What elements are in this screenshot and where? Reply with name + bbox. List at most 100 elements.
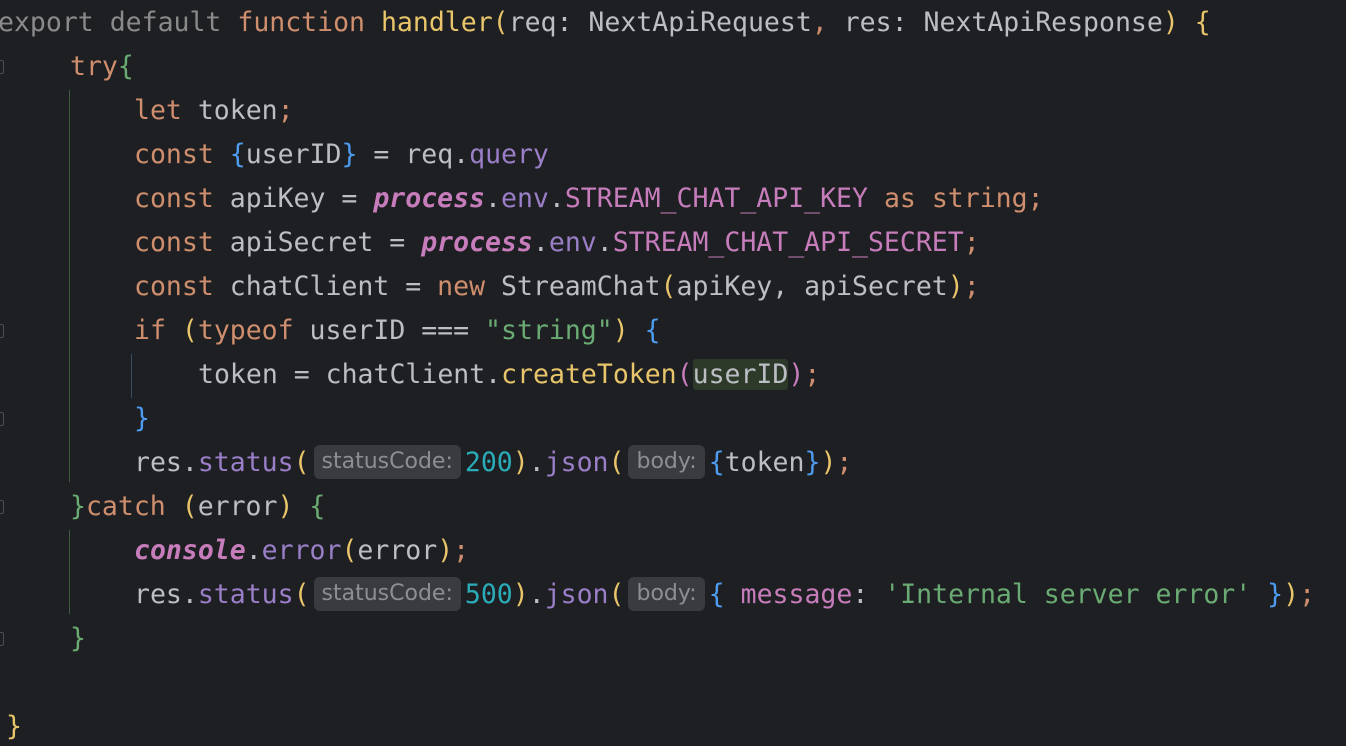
punct: ; (836, 447, 853, 478)
code-editor[interactable]: export default function handler(req: Nex… (0, 0, 1346, 746)
keyword: function (237, 7, 365, 38)
string-literal: 'Internal server error' (884, 579, 1252, 610)
punct: : (852, 579, 885, 610)
punct: ; (1299, 579, 1316, 610)
code-line-13[interactable]: console.error(error); (134, 529, 469, 573)
code-line-3[interactable]: let token; (134, 89, 294, 133)
brace: } (1267, 579, 1284, 610)
keyword: new (437, 271, 486, 302)
punct: ; (277, 95, 294, 126)
punct: . (596, 227, 613, 258)
code-line-8[interactable]: if (typeof userID === "string") { (134, 309, 661, 353)
identifier: = req. (357, 139, 470, 170)
paren: ( (181, 315, 198, 346)
brace: { (708, 447, 725, 478)
fold-marker-icon[interactable] (0, 60, 4, 74)
indent-guide (131, 354, 132, 398)
paren: ) (612, 315, 629, 346)
keyword: typeof (197, 315, 294, 346)
function-name: createToken (501, 359, 677, 390)
identifier: apiSecret = (213, 227, 422, 258)
fold-marker-icon[interactable] (0, 500, 4, 514)
param-hint: body: (628, 576, 705, 611)
brace: } (70, 491, 86, 522)
indent-guide (69, 530, 70, 614)
identifier: error (357, 535, 438, 566)
paren: ( (293, 579, 310, 610)
identifier: res. (134, 579, 198, 610)
member: status (197, 447, 294, 478)
identifier: chatClient = (213, 271, 438, 302)
brace: { (309, 491, 326, 522)
identifier: token = chatClient. (198, 359, 502, 390)
paren: ( (181, 491, 198, 522)
env-key: STREAM_CHAT_API_SECRET (612, 227, 964, 258)
function-name: handler (380, 7, 493, 38)
paren: ( (676, 359, 693, 390)
brace: { (1194, 7, 1211, 38)
code-line-5[interactable]: const apiKey = process.env.STREAM_CHAT_A… (134, 177, 1044, 221)
punct: ; (963, 227, 980, 258)
brace: { (117, 51, 134, 82)
paren: ) (788, 359, 805, 390)
code-line-1[interactable]: export default function handler(req: Nex… (0, 1, 1211, 45)
param-hint: statusCode: (313, 576, 461, 611)
paren: ( (293, 447, 310, 478)
punct: ; (453, 535, 470, 566)
code-line-17[interactable]: } (6, 705, 22, 746)
brace: } (134, 403, 150, 434)
member: error (261, 535, 342, 566)
paren: ) (820, 447, 837, 478)
member: json (544, 579, 609, 610)
brace: } (804, 447, 821, 478)
class-name: StreamChat (485, 271, 661, 302)
punct: ; (804, 359, 821, 390)
paren: ) (512, 447, 529, 478)
keyword: string (931, 183, 1028, 214)
keyword: const (134, 139, 214, 170)
brace: { (229, 139, 246, 170)
code-line-14[interactable]: res.status(statusCode: 500).json(body:{ m… (134, 573, 1315, 617)
code-line-11[interactable]: res.status(statusCode: 200).json(body: {to… (134, 441, 852, 485)
fold-marker-icon[interactable] (0, 412, 4, 426)
paren: ( (608, 447, 625, 478)
code-line-4[interactable]: const {userID} = req.query (134, 133, 549, 177)
identifier: res. (134, 447, 198, 478)
paren: ( (341, 535, 358, 566)
fold-marker-icon[interactable] (0, 324, 4, 338)
keyword: let (134, 95, 182, 126)
paren: ( (608, 579, 625, 610)
brace: { (708, 579, 725, 610)
identifier: token (181, 95, 278, 126)
member: query (469, 139, 549, 170)
indent-guide (69, 90, 70, 482)
keyword: as (883, 183, 916, 214)
env-key: STREAM_CHAT_API_KEY (564, 183, 868, 214)
brace: } (70, 623, 86, 654)
type-name: NextApiResponse (923, 7, 1163, 38)
code-line-12[interactable]: }catch (error) { (70, 485, 325, 529)
paren: ) (1283, 579, 1300, 610)
keyword: default (109, 7, 222, 38)
punct: : (891, 7, 924, 38)
fold-marker-icon[interactable] (0, 632, 4, 646)
type-name: NextApiRequest (588, 7, 812, 38)
brace: } (6, 711, 22, 742)
punct: : (556, 7, 589, 38)
code-line-9[interactable]: token = chatClient.createToken(userID); (198, 353, 820, 397)
code-line-10[interactable]: } (134, 397, 150, 441)
keyword: const (134, 227, 214, 258)
identifier: apiKey = (213, 183, 374, 214)
global-object: process (421, 227, 533, 258)
code-line-6[interactable]: const apiSecret = process.env.STREAM_CHA… (134, 221, 980, 265)
identifier: error (197, 491, 278, 522)
punct: . (485, 183, 501, 214)
code-line-15[interactable]: } (70, 617, 86, 661)
paren: ) (277, 491, 294, 522)
keyword: if (134, 315, 166, 346)
code-line-2[interactable]: try{ (70, 45, 134, 89)
brace: { (644, 315, 661, 346)
paren: ) (512, 579, 529, 610)
paren: ) (1162, 7, 1179, 38)
code-line-7[interactable]: const chatClient = new StreamChat(apiKey… (134, 265, 980, 309)
